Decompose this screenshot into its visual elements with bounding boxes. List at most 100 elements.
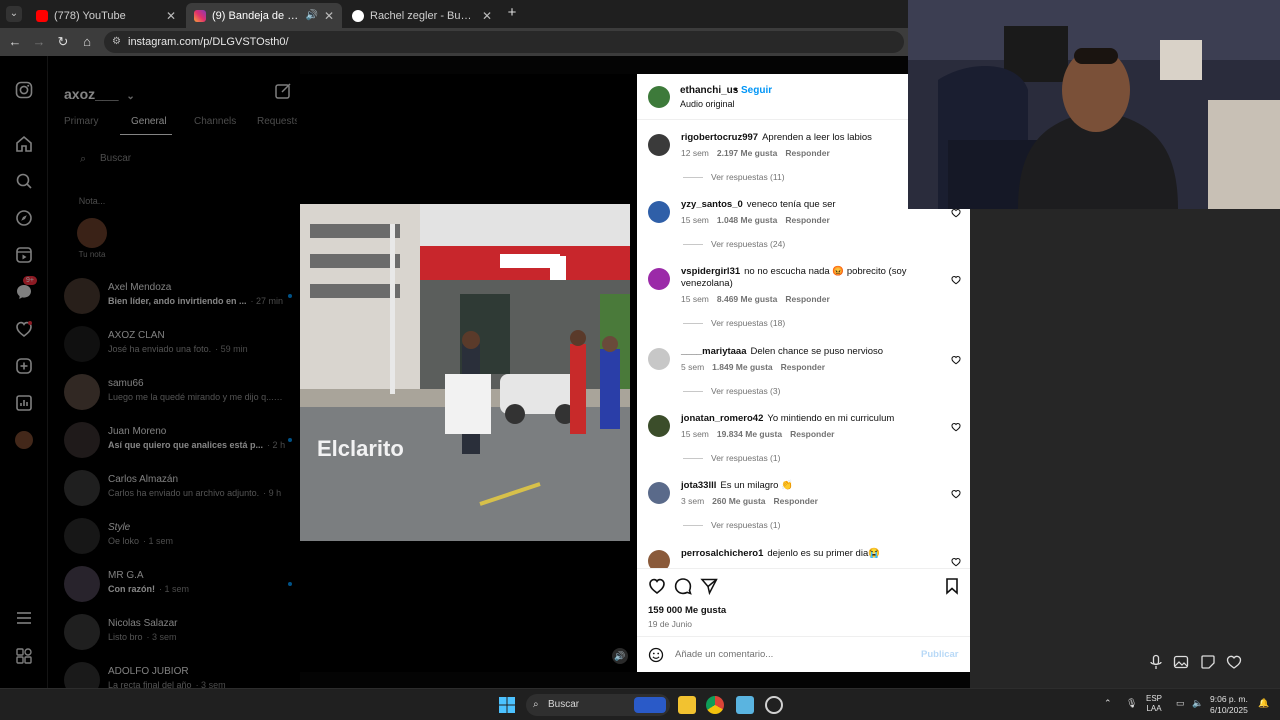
volume-icon[interactable]: 🔈: [1192, 698, 1204, 710]
forward-icon[interactable]: →: [30, 33, 48, 51]
comment-age: 15 sem: [681, 429, 709, 439]
replies-line: [683, 391, 703, 393]
comment-body: Aprenden a leer los labios: [762, 132, 872, 143]
clock-time: 9:06 p. m.: [1210, 694, 1248, 704]
new-tab-button[interactable]: +: [504, 4, 520, 22]
comment-author[interactable]: perrosalchichero1: [681, 548, 763, 559]
comment-likes[interactable]: 1.048 Me gusta: [717, 215, 777, 225]
back-icon[interactable]: ←: [6, 33, 24, 51]
avatar[interactable]: [648, 482, 670, 504]
tab-title: (9) Bandeja de entrada • Chats: [212, 9, 300, 22]
emoji-icon[interactable]: [648, 647, 664, 663]
view-replies-button[interactable]: Ver respuestas (1): [683, 520, 780, 530]
like-comment-icon[interactable]: [951, 486, 961, 499]
view-replies-button[interactable]: Ver respuestas (1): [683, 453, 780, 463]
comment-meta: 3 sem 260 Me gusta Responder: [681, 496, 826, 506]
like-comment-icon[interactable]: [951, 352, 961, 365]
clock[interactable]: 9:06 p. m. 6/10/2025: [1210, 694, 1248, 716]
microphone-icon[interactable]: [1148, 654, 1164, 670]
comment-likes[interactable]: 260 Me gusta: [712, 496, 765, 506]
view-replies-button[interactable]: Ver respuestas (3): [683, 386, 780, 396]
reply-button[interactable]: Responder: [785, 215, 829, 225]
language-indicator[interactable]: ESP LAA: [1146, 694, 1162, 714]
avatar[interactable]: [648, 348, 670, 370]
tab-instagram[interactable]: (9) Bandeja de entrada • Chats 🔊 ✕: [186, 3, 342, 28]
tab-google[interactable]: Rachel zegler - Buscar con Google ✕: [344, 3, 500, 28]
avatar[interactable]: [648, 134, 670, 156]
comment-age: 5 sem: [681, 362, 705, 372]
taskbar-search[interactable]: ⌕ Buscar: [526, 694, 670, 716]
reply-button[interactable]: Responder: [785, 294, 829, 304]
notepad-icon[interactable]: [736, 696, 754, 714]
comment-likes[interactable]: 1.849 Me gusta: [712, 362, 772, 372]
microphone-icon[interactable]: 🎙: [1126, 698, 1138, 710]
comment-author[interactable]: jota33lll: [681, 480, 716, 491]
video-player[interactable]: Elclarito 🔊: [300, 74, 637, 672]
app-icon[interactable]: [765, 696, 783, 714]
comment-meta: 5 sem 1.849 Me gusta Responder: [681, 362, 833, 372]
tab-youtube[interactable]: (778) YouTube ✕: [28, 3, 184, 28]
avatar[interactable]: [648, 415, 670, 437]
background-chat-area: [970, 209, 1280, 688]
close-icon[interactable]: ✕: [166, 9, 176, 23]
heart-icon[interactable]: [1226, 654, 1242, 670]
comment-meta: 12 sem 2.197 Me gusta Responder: [681, 148, 838, 158]
like-comment-icon[interactable]: [951, 272, 961, 285]
notification-icon[interactable]: 🔔: [1258, 698, 1270, 710]
bookmark-icon[interactable]: [943, 577, 961, 595]
view-replies-label: Ver respuestas (1): [711, 453, 781, 463]
reply-button[interactable]: Responder: [785, 148, 829, 158]
comment-likes[interactable]: 19.834 Me gusta: [717, 429, 782, 439]
comment-text: ____mariytaaa Delen chance se puso nervio…: [681, 346, 949, 358]
share-icon[interactable]: [700, 577, 718, 596]
comment-author[interactable]: vspidergirl31: [681, 266, 740, 277]
sticker-icon[interactable]: [1200, 654, 1216, 670]
tab-list-icon[interactable]: ⌄: [6, 6, 22, 22]
like-comment-icon[interactable]: [951, 419, 961, 432]
comment-author[interactable]: rigobertocruz997: [681, 132, 758, 143]
comment-icon[interactable]: [674, 577, 692, 595]
like-comment-icon[interactable]: [951, 554, 961, 567]
likes-count[interactable]: 159 000 Me gusta: [648, 605, 726, 616]
chevron-up-icon[interactable]: ⌃: [1104, 698, 1116, 710]
video-frame[interactable]: Elclarito: [300, 204, 630, 541]
site-info-icon[interactable]: ⚙: [112, 31, 121, 53]
windows-start-icon[interactable]: [498, 696, 516, 714]
comment-input[interactable]: Añade un comentario...: [675, 649, 773, 660]
view-replies-label: Ver respuestas (24): [711, 239, 786, 249]
comment-author[interactable]: yzy_santos_0: [681, 199, 743, 210]
url-field[interactable]: ⚙ instagram.com/p/DLGVSTOsth0/: [104, 31, 904, 53]
home-icon[interactable]: ⌂: [78, 33, 96, 51]
audio-link[interactable]: Audio original: [680, 99, 735, 109]
speaker-icon[interactable]: 🔊: [305, 10, 317, 21]
comment-likes[interactable]: 8.469 Me gusta: [717, 294, 777, 304]
close-icon[interactable]: ✕: [324, 9, 334, 23]
reload-icon[interactable]: ↻: [54, 33, 72, 51]
comment-author[interactable]: ____mariytaaa: [681, 346, 747, 357]
reply-button[interactable]: Responder: [774, 496, 818, 506]
like-icon[interactable]: [648, 577, 666, 595]
image-icon[interactable]: [1173, 654, 1189, 670]
comment-age: 15 sem: [681, 294, 709, 304]
chrome-icon[interactable]: [706, 696, 724, 714]
reply-button[interactable]: Responder: [790, 429, 834, 439]
view-replies-button[interactable]: Ver respuestas (11): [683, 172, 785, 182]
avatar[interactable]: [648, 201, 670, 223]
background-dimmer: [0, 56, 300, 688]
avatar[interactable]: [648, 86, 670, 108]
post-author[interactable]: ethanchi_us: [680, 85, 738, 96]
network-icon[interactable]: ▭: [1176, 698, 1188, 710]
publish-button[interactable]: Publicar: [921, 649, 959, 660]
avatar[interactable]: [648, 268, 670, 290]
reply-button[interactable]: Responder: [781, 362, 825, 372]
clock-date: 6/10/2025: [1210, 705, 1248, 715]
view-replies-button[interactable]: Ver respuestas (24): [683, 239, 785, 249]
close-icon[interactable]: ✕: [482, 9, 492, 23]
follow-button[interactable]: Seguir: [741, 85, 772, 96]
avatar[interactable]: [648, 550, 670, 568]
volume-icon[interactable]: 🔊: [612, 648, 628, 664]
comment-likes[interactable]: 2.197 Me gusta: [717, 148, 777, 158]
file-explorer-icon[interactable]: [678, 696, 696, 714]
comment-author[interactable]: jonatan_romero42: [681, 413, 763, 424]
view-replies-button[interactable]: Ver respuestas (18): [683, 318, 785, 328]
